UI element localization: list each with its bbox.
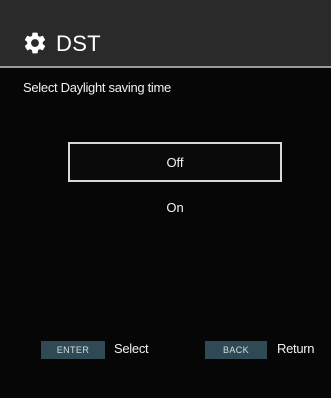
gear-icon <box>24 32 46 54</box>
page-title: DST <box>56 31 101 56</box>
back-action-label: Return <box>277 341 315 356</box>
option-off[interactable]: Off <box>68 142 282 182</box>
instruction-text: Select Daylight saving time <box>23 80 171 95</box>
header-bar: DST <box>0 0 331 66</box>
option-off-label: Off <box>166 154 184 170</box>
option-on-label: On <box>166 199 184 215</box>
enter-action-label: Select <box>114 341 149 356</box>
option-on[interactable]: On <box>68 187 282 227</box>
dst-settings-screen: DST Select Daylight saving time Off On E… <box>0 0 331 398</box>
back-key-badge: BACK <box>205 341 267 359</box>
enter-key-badge: ENTER <box>41 341 105 359</box>
header-divider <box>0 66 331 68</box>
